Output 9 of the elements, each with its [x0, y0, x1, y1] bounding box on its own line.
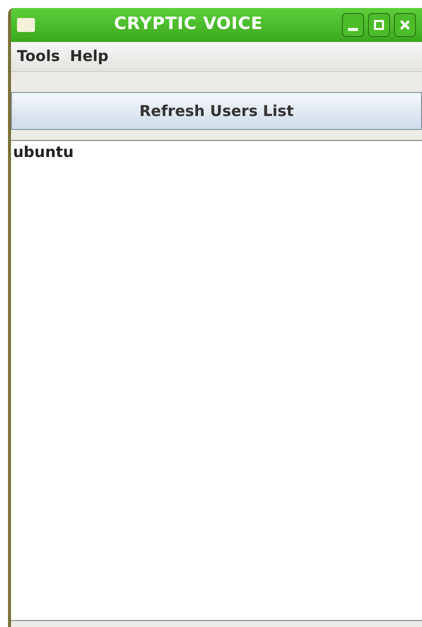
user-item[interactable]: ubuntu	[13, 141, 422, 164]
menu-item[interactable]: Tools	[17, 45, 60, 68]
refresh-button[interactable]: Refresh Users List	[11, 92, 422, 130]
minimize-button[interactable]	[342, 13, 364, 37]
menu-item[interactable]: Help	[70, 45, 109, 68]
close-button[interactable]	[394, 13, 416, 37]
close-icon	[400, 20, 410, 30]
window-title: CRYPTIC VOICE	[113, 13, 264, 36]
maximize-button[interactable]	[368, 13, 390, 37]
